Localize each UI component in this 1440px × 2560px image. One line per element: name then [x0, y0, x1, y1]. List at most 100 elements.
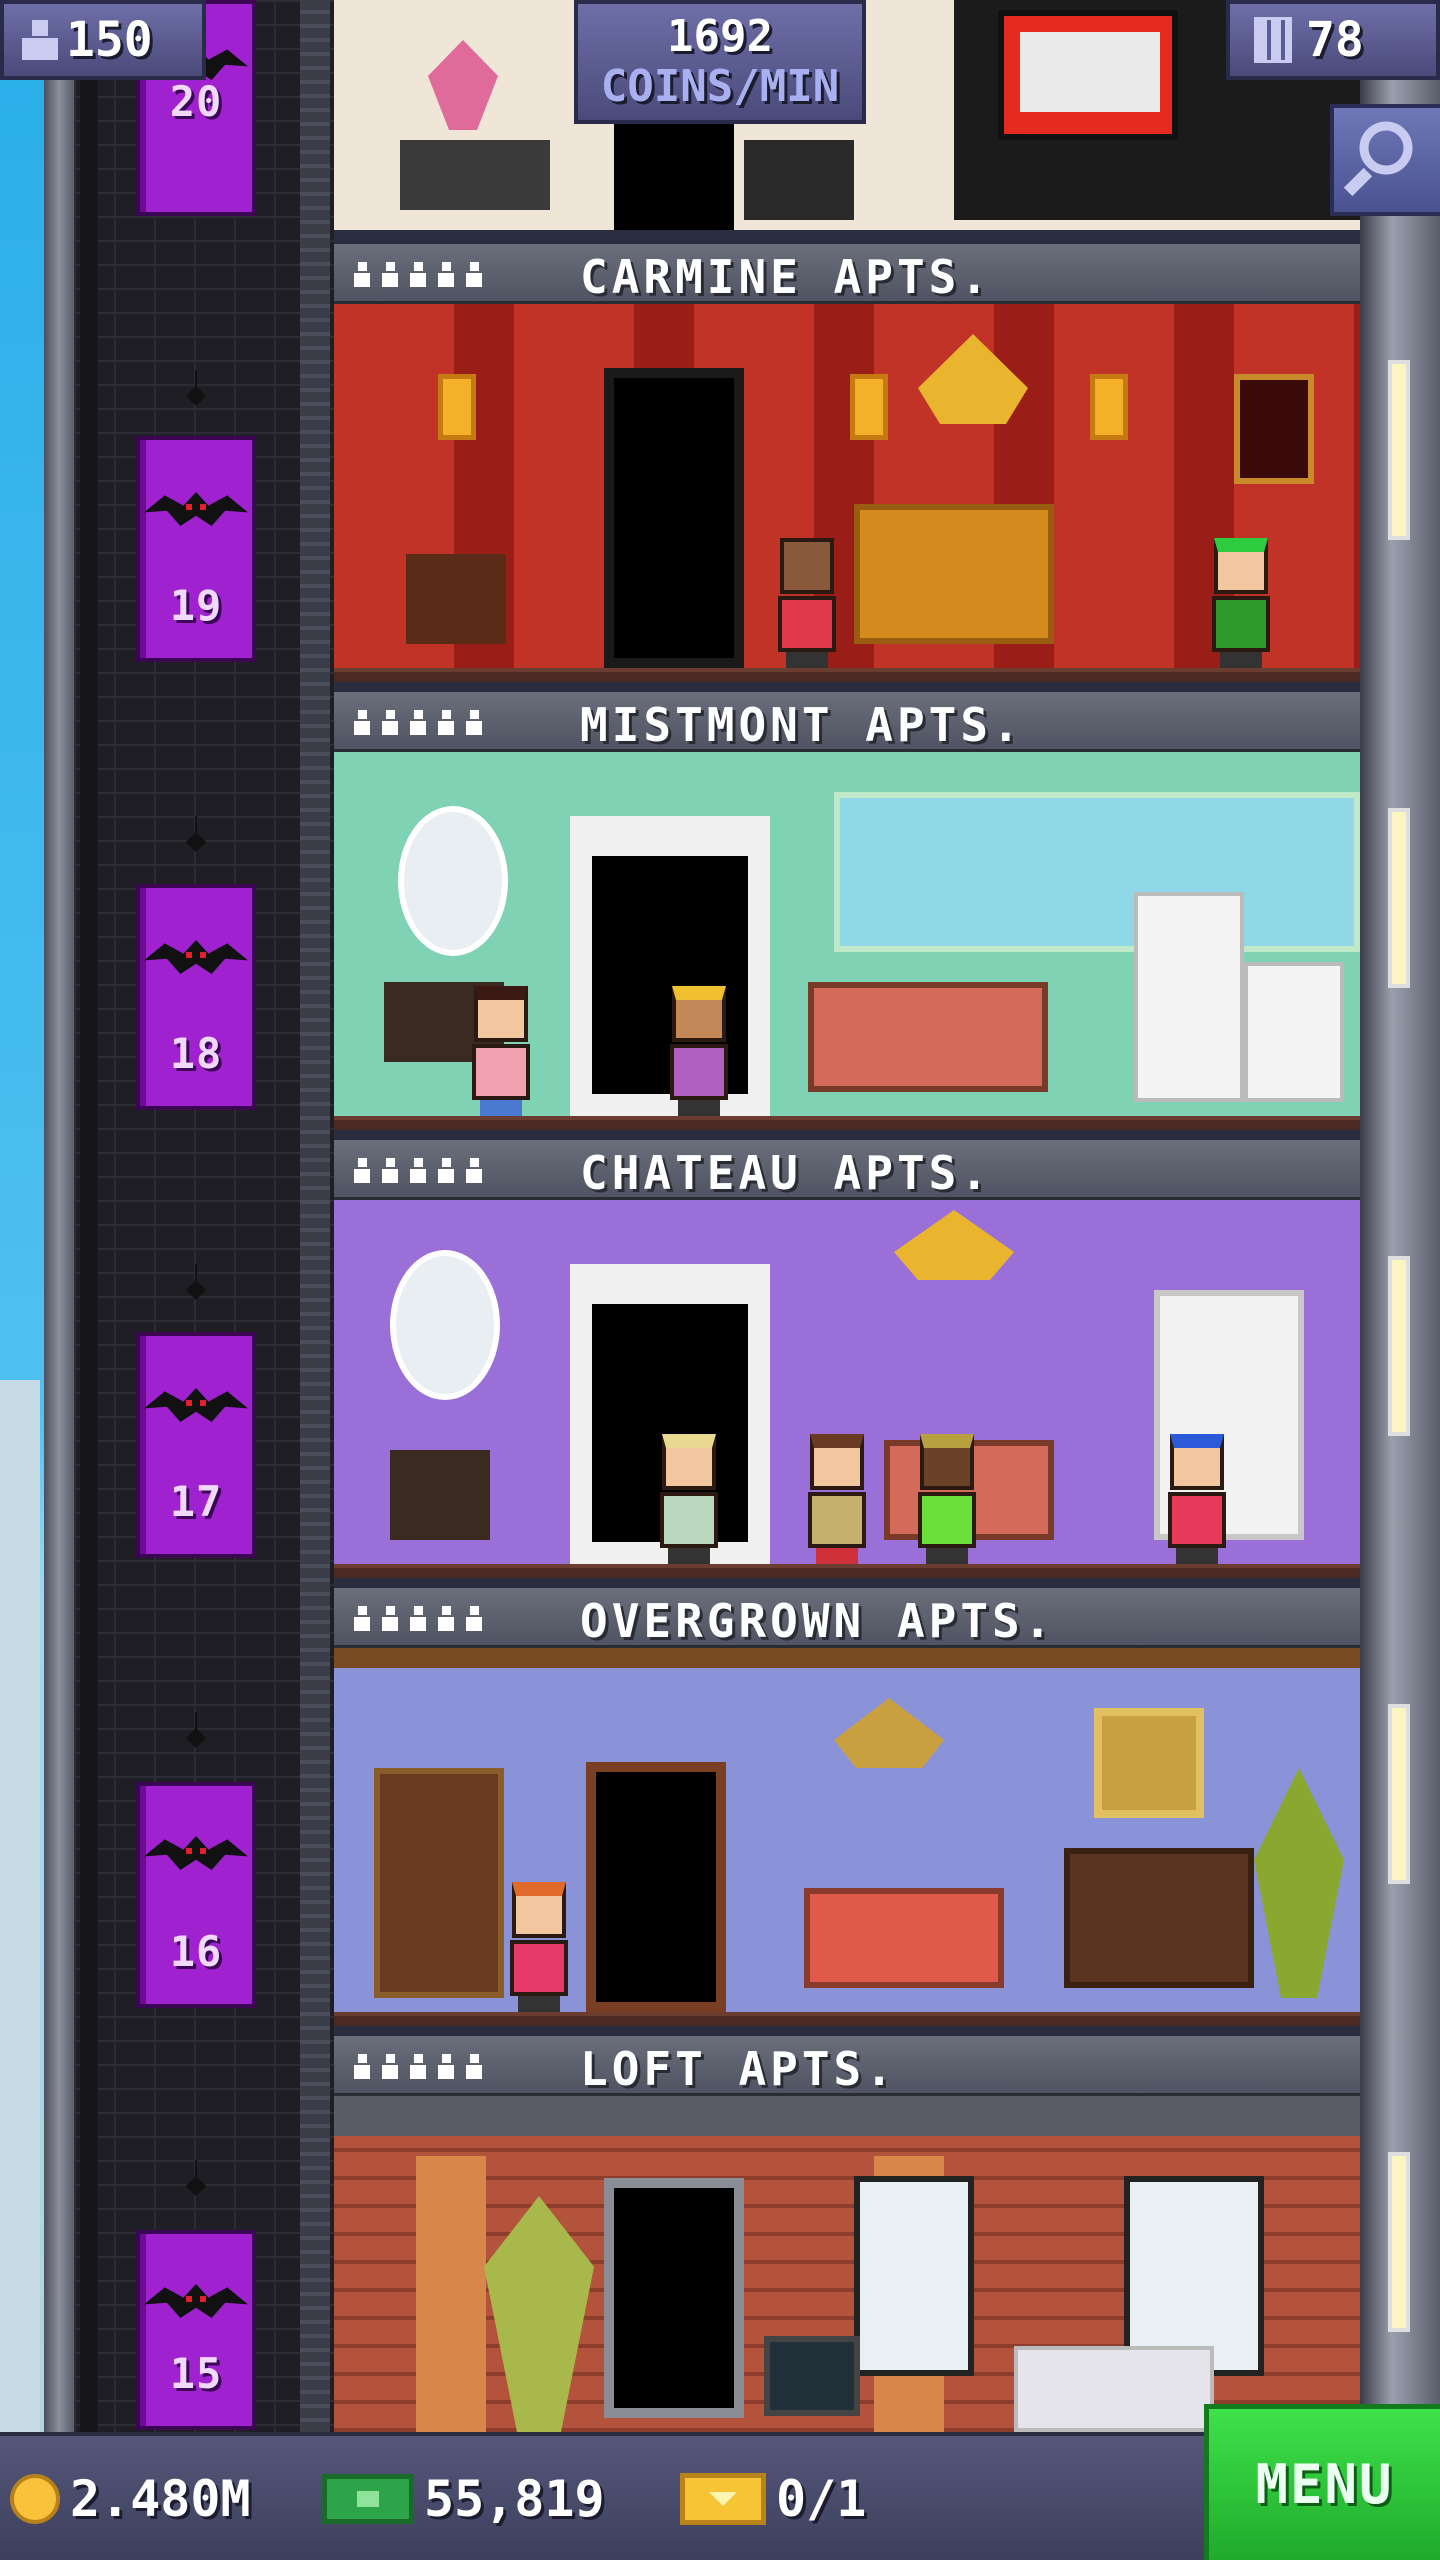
resident-icon	[354, 1606, 370, 1632]
elevator-car[interactable]: 16	[136, 1782, 256, 2008]
resident-character[interactable]	[910, 1434, 984, 1564]
resident-character[interactable]	[652, 1434, 726, 1564]
resident-icon	[438, 2054, 454, 2080]
wall-lamp-icon	[438, 374, 476, 440]
framed-painting	[1234, 374, 1314, 484]
room-floor-strip	[334, 1564, 1360, 1578]
coins-per-min-panel[interactable]: 1692 COINS/MIN	[574, 0, 866, 124]
tower-window	[1388, 1704, 1410, 1884]
resident-character[interactable]	[770, 538, 844, 668]
elevator-car[interactable]: 15	[136, 2230, 256, 2430]
bookshelf	[374, 1768, 504, 1998]
floor-overgrown[interactable]: OVERGROWN APTS.	[334, 1588, 1360, 2036]
floor-name: LOFT APTS.	[580, 2042, 897, 2096]
resident-character[interactable]	[1204, 538, 1278, 668]
tv-stand	[744, 140, 854, 220]
elevator-car[interactable]: 18	[136, 884, 256, 1110]
room-door	[604, 368, 744, 668]
shaft-left-rail	[80, 0, 98, 2560]
tower-outer-wall	[44, 0, 74, 2560]
resident-icon	[466, 2054, 482, 2080]
tower-window	[1388, 360, 1410, 540]
stove	[1244, 962, 1344, 1102]
resident-icon	[382, 1606, 398, 1632]
tickets-display[interactable]: 0/1	[680, 2464, 866, 2534]
bat-icon	[136, 934, 256, 980]
room-interior[interactable]	[334, 1648, 1360, 2026]
wall-lamp-icon	[1090, 374, 1128, 440]
resident-icon	[410, 262, 426, 288]
spider-icon	[186, 370, 206, 410]
resident-icon	[382, 2054, 398, 2080]
floor-header: CHATEAU APTS.	[334, 1140, 1360, 1200]
floor-count-counter[interactable]: 78	[1226, 0, 1440, 80]
coins-per-min-value: 1692	[667, 11, 773, 62]
room-door	[604, 2178, 744, 2418]
resident-icon	[410, 1158, 426, 1184]
coins-display[interactable]: 2.480M	[10, 2464, 251, 2534]
elevator-floor-number: 17	[169, 1477, 223, 1526]
search-button[interactable]	[1330, 104, 1440, 216]
resident-icon	[382, 710, 398, 736]
resident-character[interactable]	[502, 1882, 576, 2012]
resident-icon	[466, 1158, 482, 1184]
monitor	[764, 2336, 860, 2416]
room-interior[interactable]	[334, 1200, 1360, 1578]
coins-per-min-unit: COINS/MIN	[600, 61, 840, 112]
resident-character[interactable]	[662, 986, 736, 1116]
floor-header: LOFT APTS.	[334, 2036, 1360, 2096]
resident-character[interactable]	[1160, 1434, 1234, 1564]
spider-icon	[186, 2160, 206, 2200]
tower-window	[1388, 1256, 1410, 1436]
room-interior[interactable]	[334, 2096, 1360, 2432]
resident-icon	[410, 1606, 426, 1632]
resident-character[interactable]	[464, 986, 538, 1116]
person-icon	[22, 20, 58, 60]
elevator-car[interactable]: 19	[136, 436, 256, 662]
elevator-floor-number: 16	[169, 1927, 223, 1976]
room-floor-strip	[334, 1116, 1360, 1130]
floor-mistmont[interactable]: MISTMONT APTS.	[334, 692, 1360, 1140]
coins-value: 2.480M	[70, 2470, 251, 2528]
sofa	[804, 1888, 1004, 1988]
resident-icon	[438, 710, 454, 736]
resident-icon	[410, 710, 426, 736]
potted-plant	[1254, 1768, 1344, 1998]
resident-icon	[382, 262, 398, 288]
resident-icon	[382, 1158, 398, 1184]
ceiling-beams	[334, 2096, 1360, 2136]
floor-name: CARMINE APTS.	[580, 250, 993, 304]
room-interior[interactable]	[334, 752, 1360, 1130]
resident-icon	[354, 1158, 370, 1184]
room-interior[interactable]	[334, 304, 1360, 682]
bat-icon	[136, 2278, 256, 2324]
menu-button[interactable]: MENU	[1204, 2404, 1440, 2560]
elevator-floor-number: 19	[169, 581, 223, 630]
population-counter[interactable]: 150	[0, 0, 206, 80]
bux-icon	[322, 2474, 414, 2524]
resident-slots	[354, 1158, 482, 1188]
room-door	[586, 1762, 726, 2012]
floor-loft[interactable]: LOFT APTS.	[334, 2036, 1360, 2432]
bux-display[interactable]: 55,819	[322, 2464, 605, 2534]
population-value: 150	[66, 12, 153, 68]
resident-icon	[466, 1606, 482, 1632]
wooden-column	[416, 2156, 486, 2432]
floor-count-value: 78	[1306, 12, 1364, 68]
floor-chateau[interactable]: CHATEAU APTS.	[334, 1140, 1360, 1588]
room-floor-strip	[334, 668, 1360, 682]
room-floor-strip	[334, 2012, 1360, 2026]
distant-building	[0, 1380, 40, 2560]
floor-carmine[interactable]: CARMINE APTS.	[334, 244, 1360, 692]
mirror	[390, 1250, 500, 1400]
resident-icon	[466, 710, 482, 736]
top-floor-door	[614, 120, 734, 230]
floor-header: MISTMONT APTS.	[334, 692, 1360, 752]
resident-character[interactable]	[800, 1434, 874, 1564]
elevator-car[interactable]: 17	[136, 1332, 256, 1558]
phone-table	[390, 1450, 490, 1540]
dining-table	[400, 140, 550, 210]
potted-plant	[484, 2196, 594, 2432]
floor-header: OVERGROWN APTS.	[334, 1588, 1360, 1648]
flower-vase	[428, 40, 498, 130]
